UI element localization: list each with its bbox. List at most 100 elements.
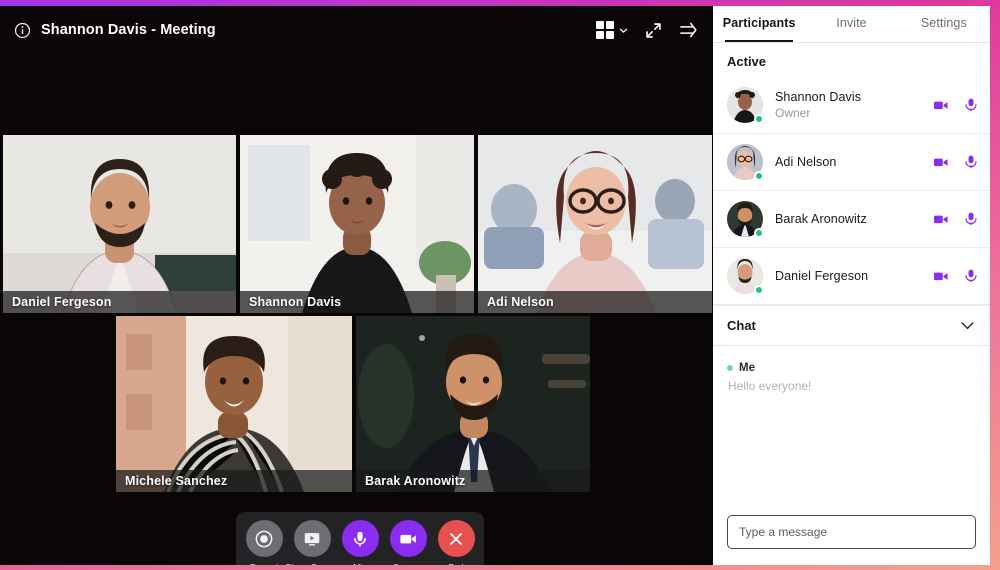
camera-button[interactable]: Camera: [389, 520, 427, 565]
layout-switch-button[interactable]: [595, 20, 629, 40]
video-camera-icon[interactable]: [933, 213, 949, 226]
online-status-dot: [754, 114, 764, 124]
record-button-bubble: [245, 520, 283, 557]
topbar-actions: [595, 20, 700, 40]
author-status-dot: [727, 365, 733, 371]
participant-controls: [933, 211, 978, 227]
video-camera-icon[interactable]: [933, 270, 949, 283]
chat-message-text: Hello everyone!: [728, 379, 812, 393]
video-stage: Shannon Davis - Meeting Daniel Fergeson …: [0, 6, 713, 565]
tile-name-label: Michele Sanchez: [116, 470, 352, 492]
mic-button-label: Mic: [353, 562, 367, 565]
share-screen-button-bubble: [293, 520, 331, 557]
chat-section-header[interactable]: Chat: [713, 306, 990, 346]
tile-name-label: Barak Aronowitz: [356, 470, 590, 492]
participant-controls: [933, 97, 978, 113]
video-row-bottom: Michele Sanchez Barak Aronowitz: [0, 316, 713, 492]
participant-name: Adi Nelson: [775, 155, 837, 169]
participant-name: Daniel Fergeson: [775, 269, 869, 283]
participant-controls: [933, 154, 978, 170]
participant-role: Owner: [775, 106, 811, 120]
video-camera-icon[interactable]: [933, 156, 949, 169]
chat-message-author: Me: [739, 362, 755, 374]
microphone-icon[interactable]: [964, 268, 978, 284]
online-status-dot: [754, 171, 764, 181]
video-row-top: Daniel Fergeson Shannon Davis Adi Nelson: [0, 135, 713, 313]
record-icon: [255, 530, 273, 547]
video-feed: [356, 316, 590, 492]
mic-button[interactable]: Mic: [341, 520, 379, 565]
online-status-dot: [754, 285, 764, 295]
tab-settings[interactable]: Settings: [898, 6, 990, 42]
mic-button-bubble: [341, 520, 379, 557]
participant-info: Barak Aronowitz: [775, 212, 933, 226]
participant-controls: [933, 268, 978, 284]
message-input[interactable]: [727, 515, 976, 549]
record-button-label: Record: [250, 562, 278, 565]
video-tile[interactable]: Shannon Davis: [240, 135, 474, 313]
microphone-icon[interactable]: [964, 154, 978, 170]
video-tile[interactable]: Barak Aronowitz: [356, 316, 590, 492]
end-call-button-bubble: [437, 520, 475, 557]
list-item[interactable]: Barak Aronowitz: [713, 191, 990, 248]
record-button[interactable]: Record: [245, 520, 283, 565]
panel-tabs: Participants Invite Settings: [713, 6, 990, 43]
meeting-topbar: Shannon Davis - Meeting: [0, 6, 713, 54]
video-camera-icon[interactable]: [933, 99, 949, 112]
chat-message-author-row: Me: [727, 362, 976, 374]
tile-name-label: Adi Nelson: [478, 291, 712, 313]
tab-invite[interactable]: Invite: [805, 6, 897, 42]
video-feed: [478, 135, 712, 313]
avatar: [727, 201, 764, 238]
meeting-controls-dock: Record Share Screen: [236, 512, 484, 565]
camera-button-label: Camera: [393, 562, 424, 565]
video-feed: [116, 316, 352, 492]
chat-composer: [713, 515, 990, 565]
end-call-button[interactable]: End: [437, 520, 475, 565]
chat-message: Me Hello everyone!: [727, 362, 976, 393]
participant-info: Daniel Fergeson: [775, 269, 933, 283]
participant-name: Shannon Davis: [775, 90, 862, 104]
participant-info: Shannon Davis Owner: [775, 90, 933, 120]
page-title: Shannon Davis - Meeting: [41, 22, 216, 38]
video-camera-icon: [400, 534, 416, 543]
chevron-down-icon[interactable]: [959, 317, 976, 334]
share-screen-button-label: Share Screen: [285, 562, 338, 565]
video-tile[interactable]: Michele Sanchez: [116, 316, 352, 492]
chevron-down-icon: [619, 28, 628, 33]
video-tile-grid: Daniel Fergeson Shannon Davis Adi Nelson…: [0, 135, 713, 492]
avatar: [727, 87, 764, 124]
share-screen-button[interactable]: Share Screen: [285, 520, 338, 565]
tile-name-label: Daniel Fergeson: [3, 291, 236, 313]
participants-list[interactable]: Shannon Davis Owner Adi Nelson Barak Aro…: [713, 77, 990, 306]
tile-name-label: Shannon Davis: [240, 291, 474, 313]
chat-messages: Me Hello everyone!: [713, 346, 990, 515]
expand-fullscreen-icon[interactable]: [644, 21, 663, 40]
participant-info: Adi Nelson: [775, 155, 933, 169]
microphone-icon[interactable]: [964, 211, 978, 227]
microphone-icon: [354, 531, 366, 547]
avatar: [727, 258, 764, 295]
video-tile[interactable]: Adi Nelson: [478, 135, 712, 313]
participant-name: Barak Aronowitz: [775, 212, 867, 226]
arrow-to-right-icon[interactable]: [679, 21, 699, 39]
grid-layout-icon: [595, 20, 614, 40]
list-item-partial[interactable]: [713, 305, 990, 306]
share-screen-icon: [304, 532, 320, 545]
info-circle-icon[interactable]: [14, 22, 31, 39]
tab-participants[interactable]: Participants: [713, 6, 805, 42]
close-x-icon: [450, 532, 462, 545]
video-tile[interactable]: Daniel Fergeson: [3, 135, 236, 313]
microphone-icon[interactable]: [964, 97, 978, 113]
video-feed: [240, 135, 474, 313]
end-call-button-label: End: [448, 562, 463, 565]
active-section-title: Active: [727, 54, 767, 69]
chat-title: Chat: [727, 318, 756, 333]
online-status-dot: [754, 228, 764, 238]
list-item[interactable]: Daniel Fergeson: [713, 248, 990, 305]
list-item[interactable]: Shannon Davis Owner: [713, 77, 990, 134]
list-item[interactable]: Adi Nelson: [713, 134, 990, 191]
avatar: [727, 144, 764, 181]
camera-button-bubble: [389, 520, 427, 557]
side-panel: Participants Invite Settings Active Shan…: [713, 6, 990, 565]
